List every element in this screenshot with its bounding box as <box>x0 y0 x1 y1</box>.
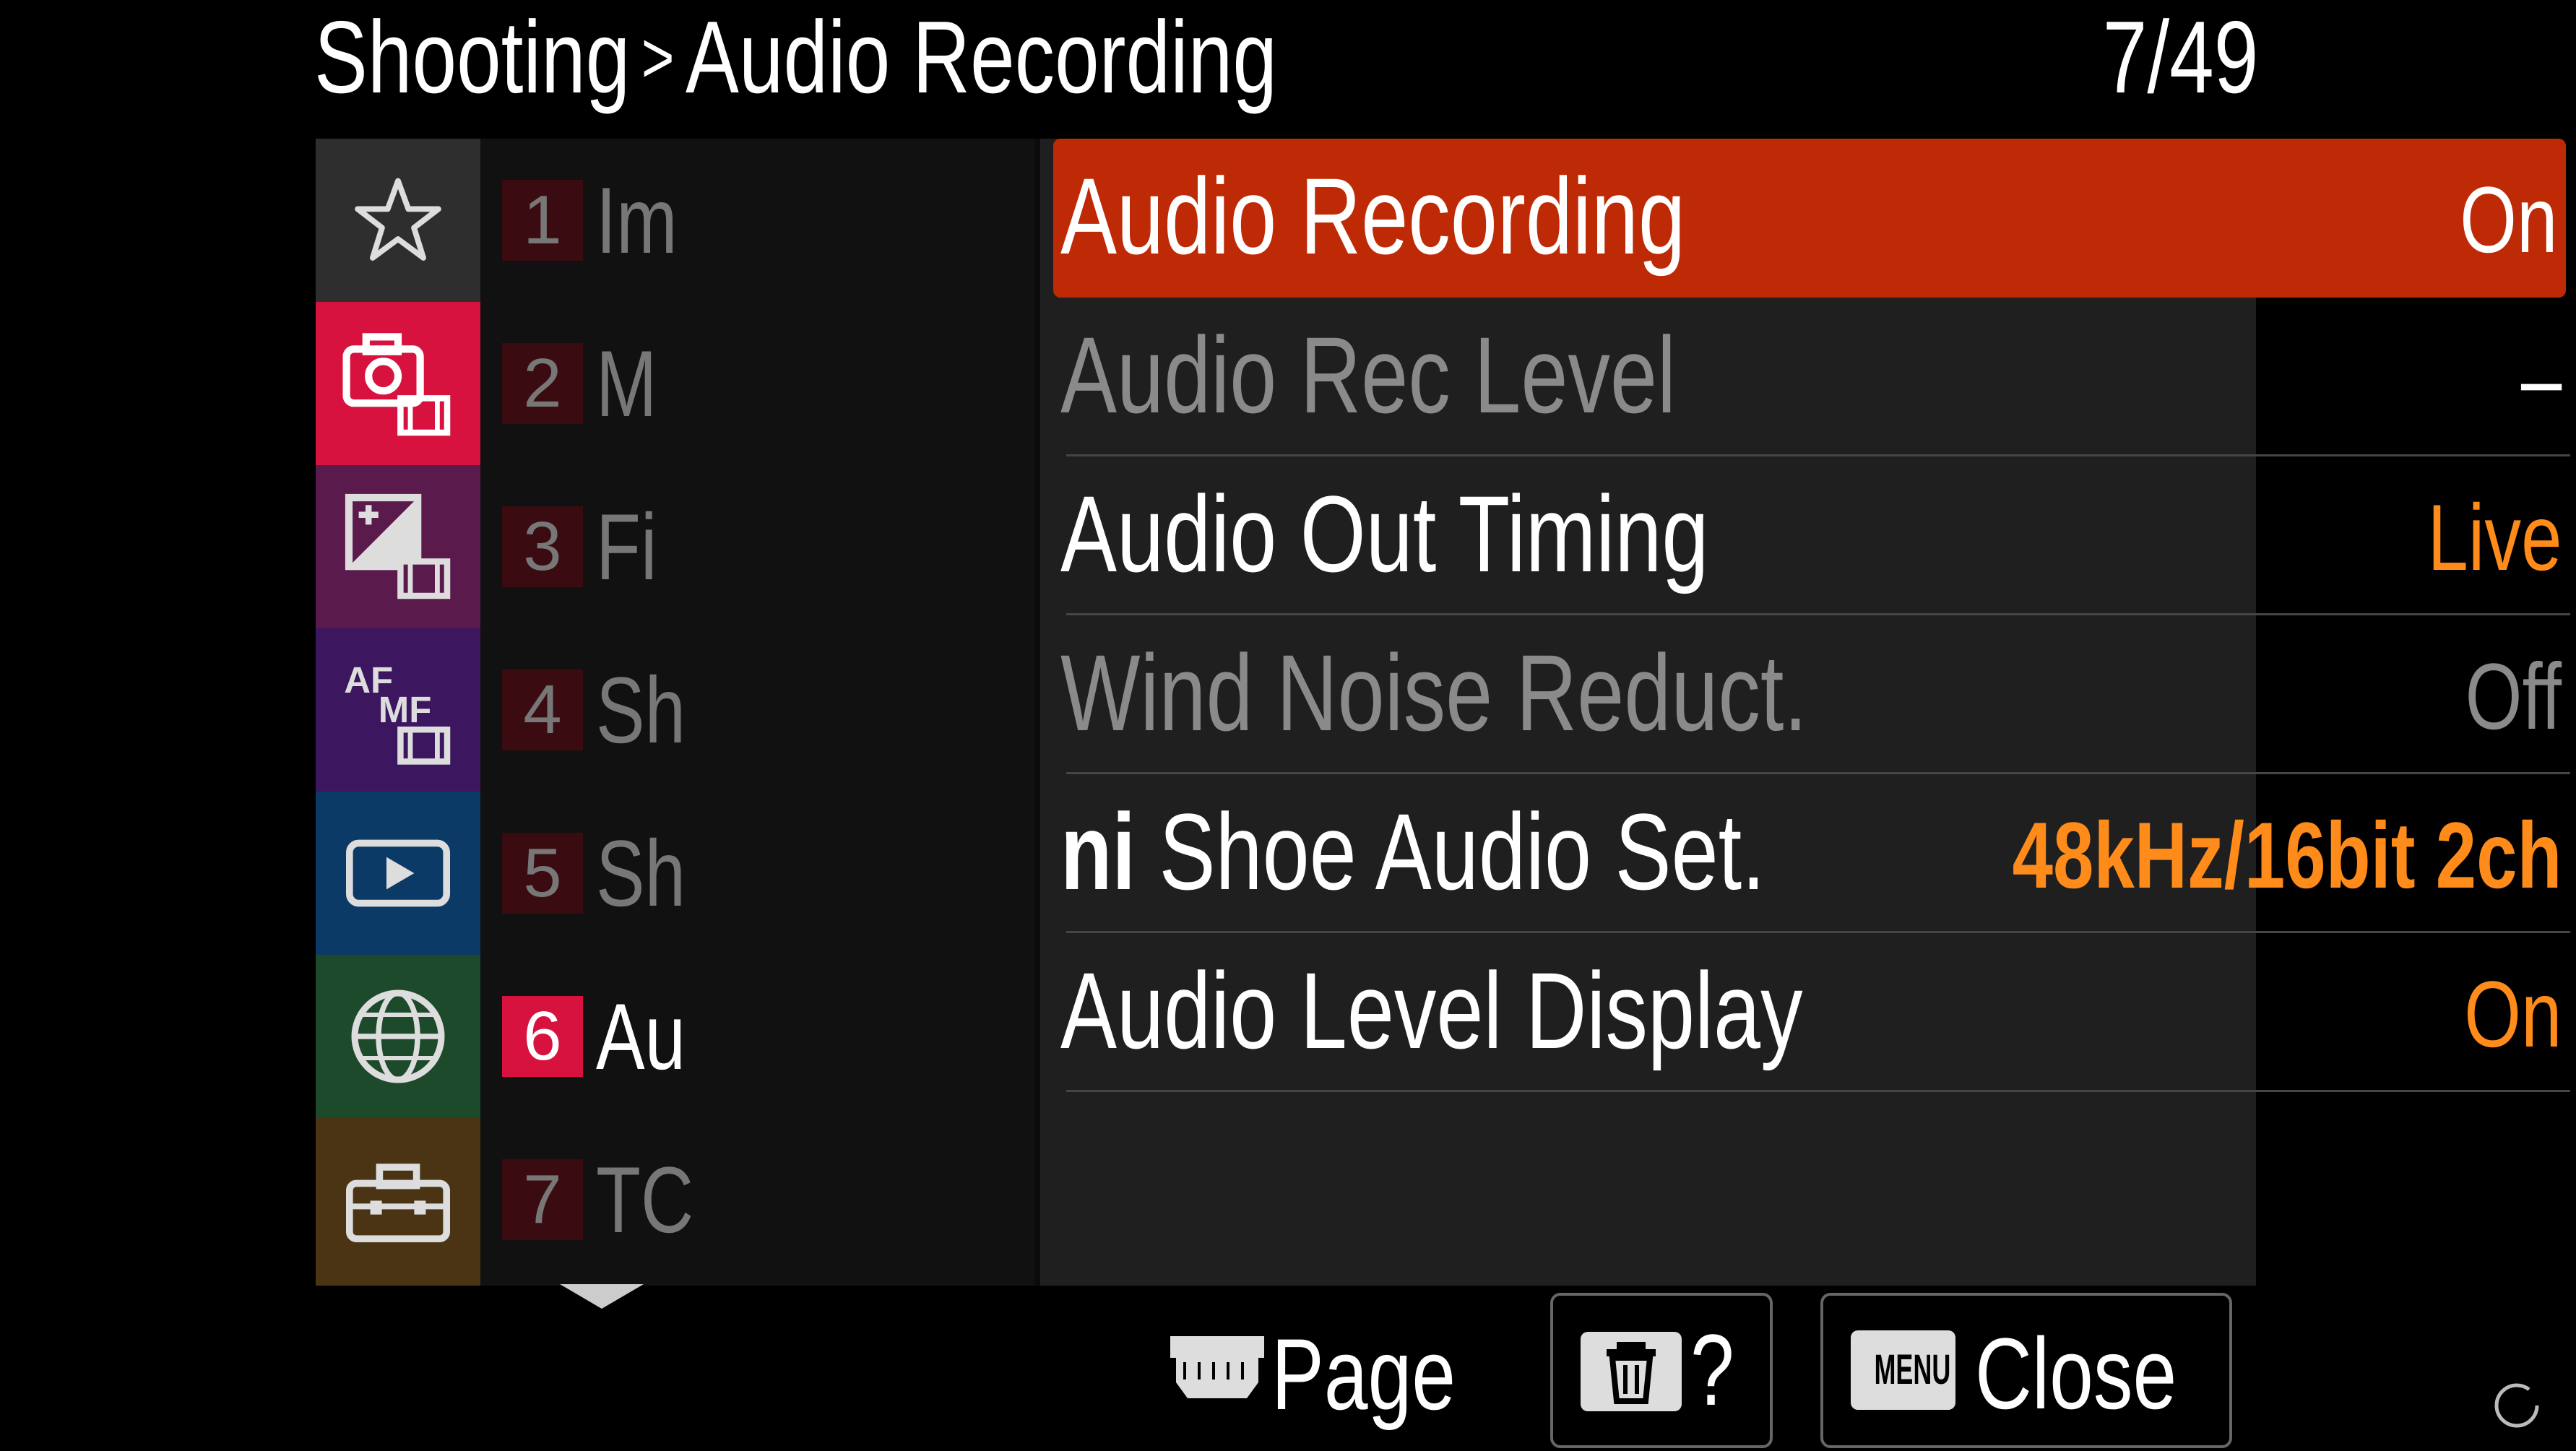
breadcrumb-separator: > <box>641 17 675 98</box>
tab-6[interactable]: 6 Au <box>480 955 1037 1118</box>
breadcrumb-subsection: Audio Recording <box>686 0 1277 115</box>
tab-3[interactable]: 3 Fi <box>480 465 1037 628</box>
help-button[interactable]: ? <box>1550 1293 1773 1448</box>
tab-label: M <box>596 331 657 436</box>
breadcrumb: Shooting > Audio Recording <box>314 4 1549 112</box>
tab-2[interactable]: 2 M <box>480 302 1037 465</box>
multi-interface-shoe-icon: ni <box>1060 791 1136 912</box>
tab-label: Sh <box>596 657 686 763</box>
breadcrumb-section: Shooting <box>314 0 631 115</box>
category-favorites[interactable] <box>316 139 480 302</box>
playback-icon <box>346 839 450 907</box>
tab-number: 3 <box>502 506 583 587</box>
tab-5[interactable]: 5 Sh <box>480 792 1037 955</box>
page-counter: 7/49 <box>2102 0 2258 115</box>
menu-item-value: On <box>2463 961 2562 1067</box>
category-shooting[interactable] <box>316 302 480 465</box>
menu-item-label: ni Shoe Audio Set. <box>1060 791 1765 912</box>
category-network[interactable] <box>316 955 480 1118</box>
page-label: Page <box>1271 1317 1456 1431</box>
category-setup[interactable] <box>316 1118 480 1286</box>
menu-button-icon: MENU <box>1851 1330 1955 1410</box>
tab-label: Im <box>596 168 678 273</box>
tab-1[interactable]: 1 Im <box>480 139 1037 302</box>
tab-number: 2 <box>502 343 583 424</box>
tab-number: 7 <box>502 1159 583 1240</box>
tab-divider <box>1034 139 1040 1286</box>
menu-item-label: Wind Noise Reduct. <box>1060 632 1807 753</box>
menu-item-label: Audio Recording <box>1060 155 1686 277</box>
category-playback[interactable] <box>316 792 480 955</box>
menu-items: Audio Recording On Audio Rec Level – Aud… <box>1040 139 2570 1286</box>
menu-item-label: Audio Level Display <box>1060 950 1803 1071</box>
category-bar: AF MF <box>316 139 480 1286</box>
tab-label: Fi <box>596 494 657 599</box>
menu-item-value: – <box>2520 326 2562 431</box>
category-focus[interactable]: AF MF <box>316 628 480 792</box>
tab-list: 1 Im 2 M 3 Fi 4 Sh 5 Sh 6 Au 7 TC <box>480 139 1037 1286</box>
menu-item-audio-recording[interactable]: Audio Recording On <box>1053 139 2566 298</box>
menu-item-shoe-audio-set[interactable]: ni Shoe Audio Set. 48kHz/16bit 2ch <box>1060 774 2570 933</box>
menu-item-value: On <box>2459 167 2557 272</box>
row-divider <box>1066 1090 2570 1092</box>
menu-item-value: Off <box>2465 644 2562 749</box>
tab-label: Sh <box>596 820 686 926</box>
menu-item-audio-out-timing[interactable]: Audio Out Timing Live <box>1060 456 2570 615</box>
menu-panel: AF MF 1 Im 2 M 3 Fi 4 Sh 5 Sh 6 Au 7 TC … <box>316 139 2570 1286</box>
menu-item-label: Audio Rec Level <box>1060 314 1677 436</box>
tab-label: Au <box>596 984 686 1089</box>
tab-number: 1 <box>502 180 583 261</box>
toolbox-icon <box>346 1164 450 1242</box>
menu-item-wind-noise-reduct[interactable]: Wind Noise Reduct. Off <box>1060 615 2570 774</box>
globe-icon <box>351 989 445 1083</box>
menu-item-audio-rec-level[interactable]: Audio Rec Level – <box>1060 298 2570 456</box>
tab-4[interactable]: 4 Sh <box>480 628 1037 792</box>
close-button[interactable]: MENU Close <box>1820 1293 2232 1448</box>
tab-label: TC <box>596 1147 694 1252</box>
trash-icon <box>1581 1332 1682 1411</box>
category-exposure[interactable] <box>316 465 480 628</box>
star-icon <box>355 178 441 261</box>
exposure-movie-icon <box>345 493 451 599</box>
svg-text:MF: MF <box>379 689 432 730</box>
menu-item-label: Audio Out Timing <box>1060 473 1709 594</box>
af-mf-movie-icon: AF MF <box>344 659 451 765</box>
tab-7[interactable]: 7 TC <box>480 1118 1037 1281</box>
dial-icon <box>1170 1336 1264 1398</box>
menu-item-value: Live <box>2426 485 2562 590</box>
tab-number: 6 <box>502 996 583 1077</box>
menu-item-audio-level-display[interactable]: Audio Level Display On <box>1060 933 2570 1092</box>
busy-indicator-icon <box>2494 1383 2539 1428</box>
scroll-down-icon[interactable] <box>560 1284 644 1309</box>
tab-number: 4 <box>502 670 583 750</box>
tab-number: 5 <box>502 833 583 914</box>
close-label: Close <box>1975 1317 2177 1430</box>
help-label: ? <box>1690 1313 1734 1426</box>
camera-movie-icon <box>342 333 451 436</box>
menu-item-value: 48kHz/16bit 2ch <box>2012 802 2562 908</box>
